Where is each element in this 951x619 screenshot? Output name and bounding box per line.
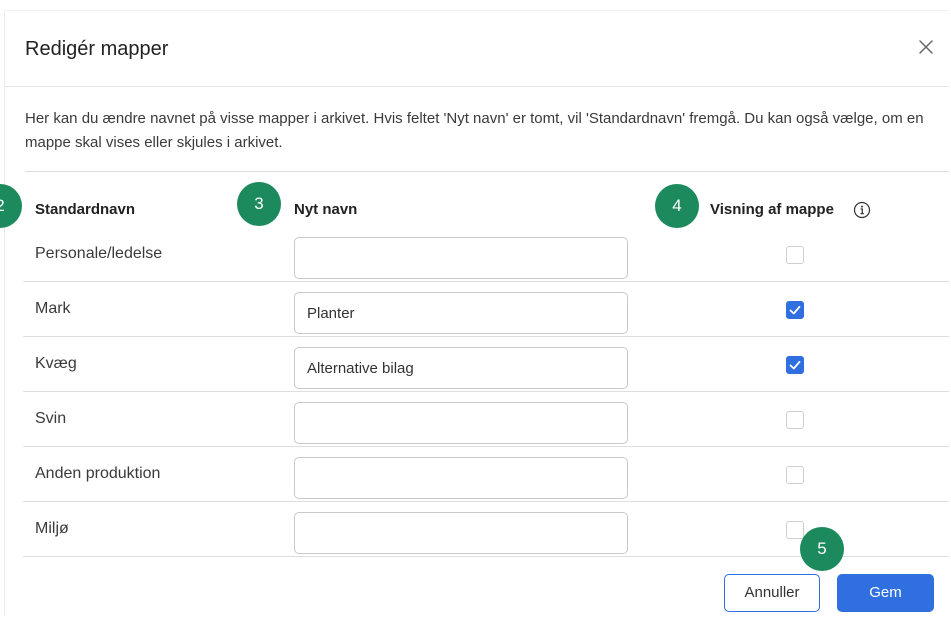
visibility-checkbox[interactable] <box>786 466 804 484</box>
edit-folders-dialog: Redigér mapper Her kan du ændre navnet p… <box>4 10 949 616</box>
standard-name-label: Anden produktion <box>35 465 161 482</box>
header-folder-visibility: Visning af mappe <box>710 201 834 218</box>
divider <box>25 171 949 172</box>
header-standard-name: Standardnavn <box>35 201 136 218</box>
cancel-button[interactable]: Annuller <box>724 574 820 612</box>
visibility-checkbox[interactable] <box>786 521 804 539</box>
table-row: Anden produktion <box>23 446 949 502</box>
info-icon[interactable] <box>853 201 871 219</box>
new-name-input[interactable] <box>294 457 628 499</box>
visibility-checkbox[interactable] <box>786 246 804 264</box>
checkmark-icon <box>789 360 801 370</box>
save-button[interactable]: Gem <box>837 574 934 612</box>
standard-name-label: Personale/ledelse <box>35 245 163 262</box>
checkmark-icon <box>789 305 801 315</box>
new-name-input[interactable] <box>294 347 628 389</box>
table-row: Svin <box>23 391 949 447</box>
visibility-checkbox[interactable] <box>786 301 804 319</box>
new-name-input[interactable] <box>294 402 628 444</box>
table-row: Mark <box>23 281 949 337</box>
dialog-description: Her kan du ændre navnet på visse mapper … <box>25 110 924 151</box>
table-row: Kvæg <box>23 336 949 392</box>
new-name-input[interactable] <box>294 292 628 334</box>
standard-name-label: Svin <box>35 410 67 427</box>
standard-name-label: Miljø <box>35 520 69 537</box>
step-badge-4: 4 <box>655 184 699 228</box>
table-row: Personale/ledelse <box>23 226 949 282</box>
step-badge-3: 3 <box>237 182 281 226</box>
standard-name-label: Kvæg <box>35 355 77 372</box>
new-name-input[interactable] <box>294 512 628 554</box>
header-new-name: Nyt navn <box>294 201 358 218</box>
step-badge-5: 5 <box>800 527 844 571</box>
visibility-checkbox[interactable] <box>786 356 804 374</box>
new-name-input[interactable] <box>294 237 628 279</box>
dialog-header: Redigér mapper <box>5 11 949 87</box>
standard-name-label: Mark <box>35 300 71 317</box>
dialog-title: Redigér mapper <box>25 38 169 60</box>
visibility-checkbox[interactable] <box>786 411 804 429</box>
close-icon[interactable] <box>918 39 934 55</box>
